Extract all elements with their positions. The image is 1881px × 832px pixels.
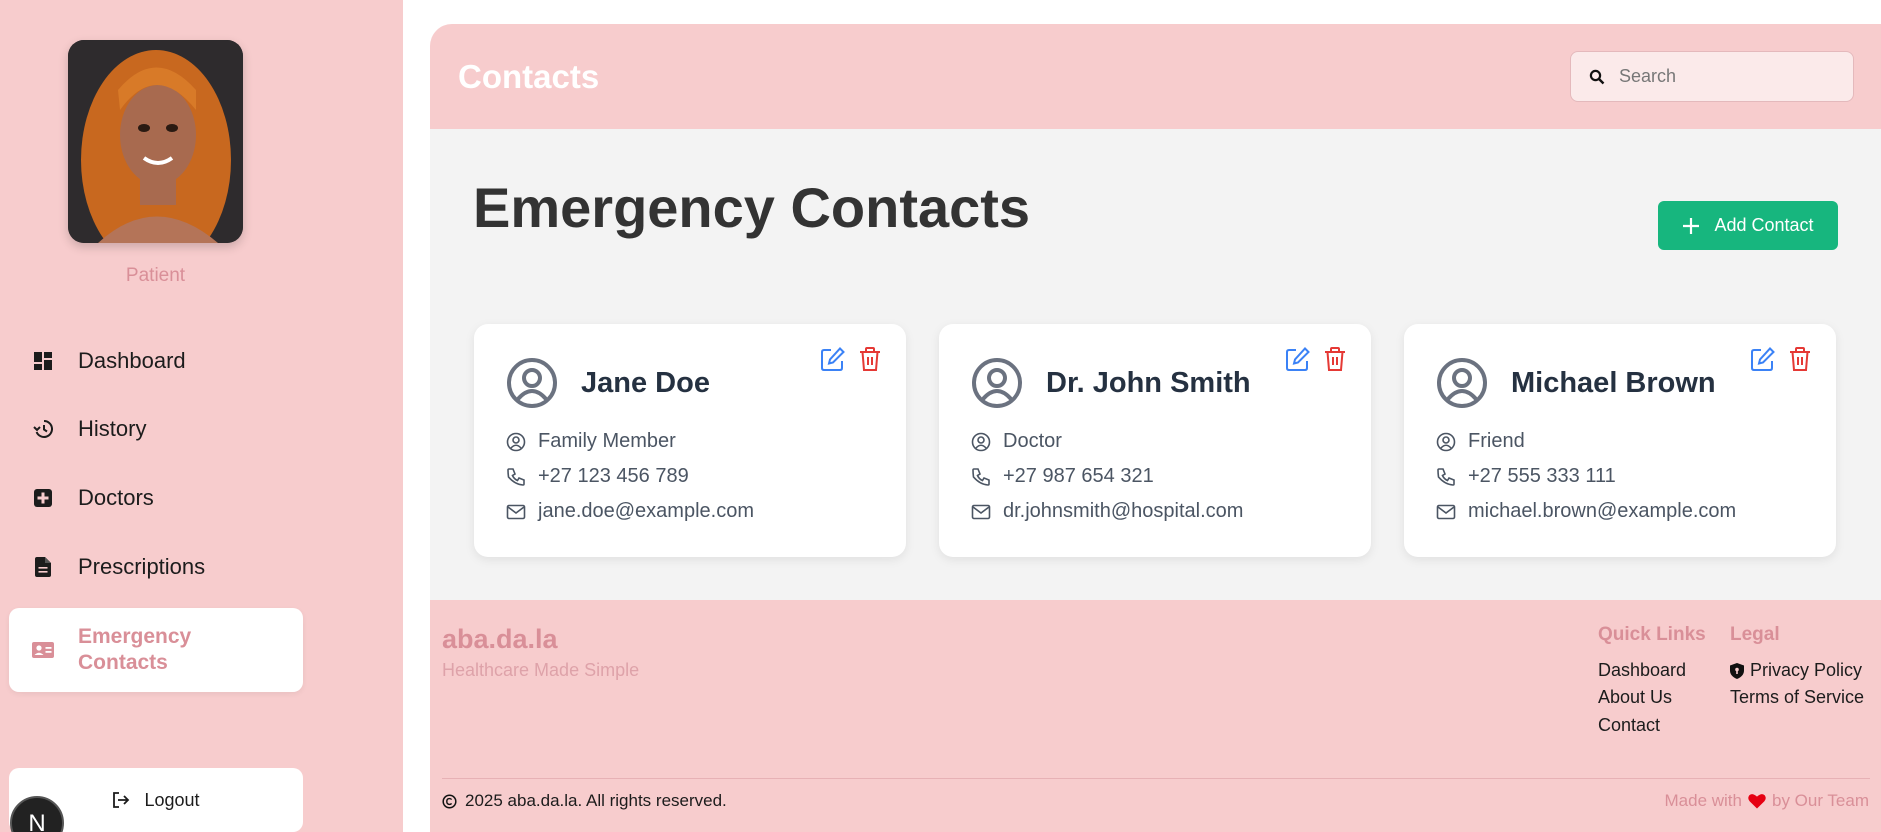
sidebar-item-history[interactable]: History bbox=[9, 401, 303, 457]
profile-photo bbox=[68, 40, 243, 243]
footer-link-privacy[interactable]: Privacy Policy bbox=[1730, 660, 1862, 681]
contact-phone: +27 987 654 321 bbox=[1003, 465, 1154, 487]
page-title: Emergency Contacts bbox=[473, 176, 1031, 239]
footer-link-terms[interactable]: Terms of Service bbox=[1730, 687, 1864, 708]
sidebar-item-label: Emergency Contacts bbox=[78, 625, 192, 674]
footer-tagline: Healthcare Made Simple bbox=[442, 660, 640, 680]
contact-relation: Family Member bbox=[538, 430, 676, 452]
contact-email[interactable]: jane.doe@example.com bbox=[538, 500, 754, 523]
contact-email[interactable]: dr.johnsmith@hospital.com bbox=[1003, 500, 1243, 523]
logout-icon bbox=[112, 791, 130, 809]
footer-made-with: Made with by Our Team bbox=[1665, 791, 1870, 811]
footer-link-label: Privacy Policy bbox=[1750, 660, 1863, 680]
user-circle-icon bbox=[506, 357, 558, 409]
phone-icon bbox=[506, 467, 526, 487]
contact-relation-row: Doctor bbox=[971, 430, 1062, 453]
footer-link-dashboard[interactable]: Dashboard bbox=[1598, 660, 1686, 681]
logout-label: Logout bbox=[144, 789, 200, 810]
edit-icon[interactable] bbox=[1285, 346, 1311, 372]
user-icon bbox=[1436, 432, 1456, 452]
footer-copyright: 2025 aba.da.la. All rights reserved. bbox=[442, 791, 727, 811]
contact-name: Dr. John Smith bbox=[1046, 367, 1251, 399]
contact-relation: Friend bbox=[1468, 430, 1525, 452]
plus-icon bbox=[1682, 217, 1700, 235]
medical-plus-icon bbox=[31, 486, 55, 510]
made-with-prefix: Made with bbox=[1664, 791, 1742, 810]
contact-relation-row: Family Member bbox=[506, 430, 676, 453]
main-area: Contacts Emergency Contacts Add Contact … bbox=[430, 24, 1881, 832]
shield-icon bbox=[1730, 662, 1744, 679]
sidebar: Patient Dashboard History Doctors Prescr… bbox=[0, 0, 403, 832]
phone-icon bbox=[971, 467, 991, 487]
contact-card-icon bbox=[31, 638, 55, 662]
header-title: Contacts bbox=[458, 58, 600, 95]
search-icon bbox=[1589, 69, 1605, 85]
add-contact-label: Add Contact bbox=[1714, 215, 1814, 235]
contact-email-row: dr.johnsmith@hospital.com bbox=[971, 500, 1243, 523]
footer-divider bbox=[442, 778, 1870, 779]
copyright-icon bbox=[442, 793, 457, 809]
user-circle-icon bbox=[971, 357, 1023, 409]
contact-card: Dr. John Smith Doctor +27 987 654 321 dr… bbox=[939, 324, 1371, 557]
contact-name: Michael Brown bbox=[1511, 367, 1716, 399]
sidebar-item-label: Prescriptions bbox=[78, 554, 206, 579]
contact-phone-row: +27 123 456 789 bbox=[506, 465, 689, 488]
user-icon bbox=[971, 432, 991, 452]
content-area: Emergency Contacts Add Contact Jane Doe … bbox=[430, 129, 1881, 600]
sidebar-item-dashboard[interactable]: Dashboard bbox=[9, 333, 303, 389]
search-input[interactable] bbox=[1619, 66, 1839, 87]
user-circle-icon bbox=[1436, 357, 1488, 409]
footer-link-about[interactable]: About Us bbox=[1598, 687, 1672, 708]
contact-email[interactable]: michael.brown@example.com bbox=[1468, 500, 1736, 523]
search-box bbox=[1570, 51, 1854, 102]
footer: aba.da.la Healthcare Made Simple Quick L… bbox=[430, 600, 1881, 832]
sidebar-item-doctors[interactable]: Doctors bbox=[9, 470, 303, 526]
add-contact-button[interactable]: Add Contact bbox=[1658, 201, 1838, 250]
document-icon bbox=[31, 555, 55, 579]
sidebar-item-label: Dashboard bbox=[78, 348, 186, 373]
delete-icon[interactable] bbox=[858, 346, 882, 372]
contact-relation: Doctor bbox=[1003, 430, 1062, 452]
history-icon bbox=[31, 417, 55, 441]
sidebar-item-label: History bbox=[78, 416, 147, 441]
footer-brand: aba.da.la bbox=[442, 624, 558, 654]
sidebar-item-label: Doctors bbox=[78, 485, 154, 510]
made-with-suffix: by Our Team bbox=[1771, 791, 1869, 810]
edit-icon[interactable] bbox=[1750, 346, 1776, 372]
dashboard-icon bbox=[31, 349, 55, 373]
user-role: Patient bbox=[125, 265, 186, 286]
sidebar-item-emergency-contacts[interactable]: Emergency Contacts bbox=[9, 608, 303, 692]
delete-icon[interactable] bbox=[1788, 346, 1812, 372]
delete-icon[interactable] bbox=[1323, 346, 1347, 372]
quick-links-heading: Quick Links bbox=[1598, 624, 1706, 645]
mail-icon bbox=[1436, 502, 1456, 522]
contact-card: Jane Doe Family Member +27 123 456 789 j… bbox=[474, 324, 906, 557]
profile-avatar bbox=[68, 40, 243, 243]
contact-email-row: jane.doe@example.com bbox=[506, 500, 754, 523]
contact-phone: +27 555 333 111 bbox=[1468, 465, 1616, 487]
copyright-text: 2025 aba.da.la. All rights reserved. bbox=[465, 791, 727, 810]
contact-phone-row: +27 987 654 321 bbox=[971, 465, 1154, 488]
contact-relation-row: Friend bbox=[1436, 430, 1525, 453]
legal-heading: Legal bbox=[1730, 624, 1780, 645]
user-icon bbox=[506, 432, 526, 452]
mail-icon bbox=[506, 502, 526, 522]
phone-icon bbox=[1436, 467, 1456, 487]
contact-name: Jane Doe bbox=[581, 367, 710, 399]
mail-icon bbox=[971, 502, 991, 522]
contact-email-row: michael.brown@example.com bbox=[1436, 500, 1736, 523]
contact-phone: +27 123 456 789 bbox=[538, 465, 689, 487]
heart-icon bbox=[1748, 793, 1766, 809]
contact-card: Michael Brown Friend +27 555 333 111 mic… bbox=[1404, 324, 1836, 557]
sidebar-item-prescriptions[interactable]: Prescriptions bbox=[9, 539, 303, 595]
header: Contacts bbox=[430, 24, 1881, 129]
footer-link-contact[interactable]: Contact bbox=[1598, 715, 1660, 736]
edit-icon[interactable] bbox=[820, 346, 846, 372]
contact-phone-row: +27 555 333 111 bbox=[1436, 465, 1616, 488]
